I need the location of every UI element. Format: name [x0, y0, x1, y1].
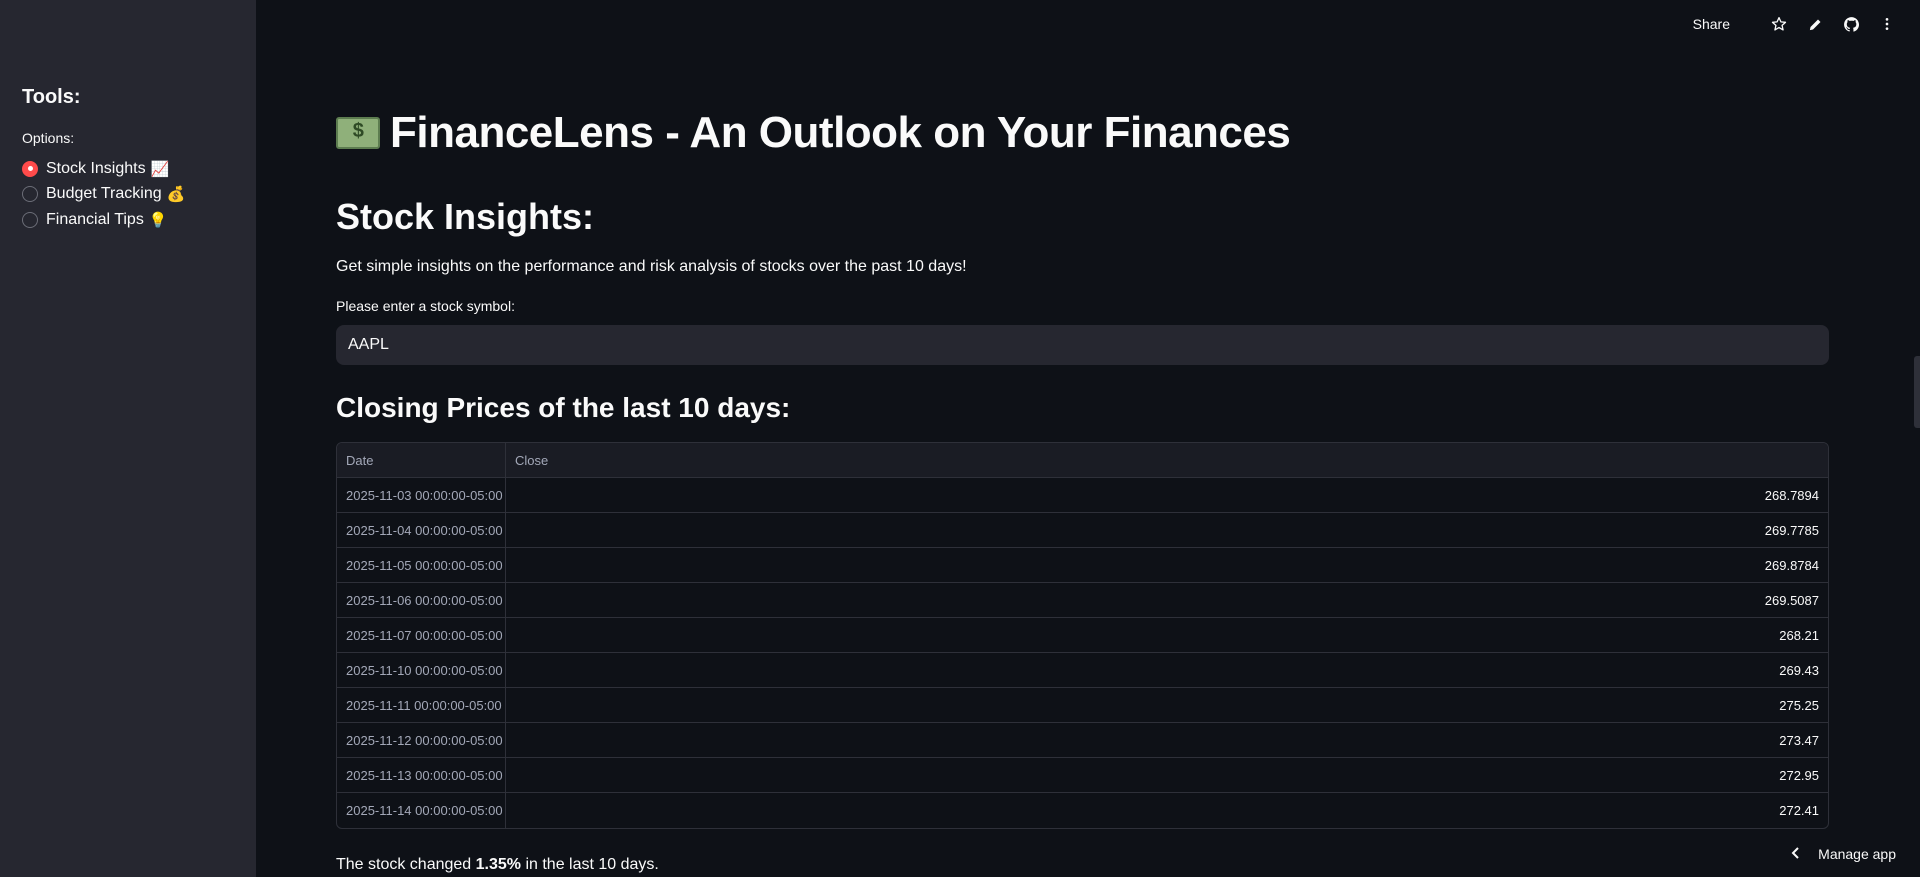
date-cell[interactable]: 2025-11-03 00:00:00-05:00: [337, 478, 506, 512]
options-label: Options:: [22, 130, 75, 146]
table-row: 2025-11-10 00:00:00-05:00 269.43: [337, 653, 1828, 688]
more-vertical-icon[interactable]: [1878, 15, 1896, 33]
table-row: 2025-11-11 00:00:00-05:00 275.25: [337, 688, 1828, 723]
date-cell[interactable]: 2025-11-14 00:00:00-05:00: [337, 793, 506, 828]
radio-unchecked-icon[interactable]: [22, 186, 38, 203]
date-cell[interactable]: 2025-11-13 00:00:00-05:00: [337, 758, 506, 792]
header-toolbar: Share: [1693, 12, 1896, 36]
radio-unchecked-icon[interactable]: [22, 211, 38, 228]
page-title: FinanceLens - An Outlook on Your Finance…: [336, 108, 1291, 158]
date-cell[interactable]: 2025-11-04 00:00:00-05:00: [337, 513, 506, 547]
github-icon[interactable]: [1842, 15, 1860, 33]
table-row: 2025-11-07 00:00:00-05:00 268.21: [337, 618, 1828, 653]
table-row: 2025-11-03 00:00:00-05:00 268.7894: [337, 478, 1828, 513]
chart-increasing-icon: 📈: [150, 160, 170, 178]
close-cell[interactable]: 272.95: [506, 758, 1828, 792]
table-row: 2025-11-05 00:00:00-05:00 269.8784: [337, 548, 1828, 583]
summary-prefix: The stock changed: [336, 856, 476, 873]
page-title-text: FinanceLens - An Outlook on Your Finance…: [390, 108, 1291, 157]
table-row: 2025-11-14 00:00:00-05:00 272.41: [337, 793, 1828, 828]
close-cell[interactable]: 269.8784: [506, 548, 1828, 582]
manage-app-label: Manage app: [1818, 846, 1896, 862]
close-cell[interactable]: 269.7785: [506, 513, 1828, 547]
table-title: Closing Prices of the last 10 days:: [336, 392, 791, 423]
sidebar-title: Tools:: [22, 86, 81, 108]
section-title: Stock Insights:: [336, 196, 595, 237]
light-bulb-icon: 💡: [148, 211, 168, 229]
radio-checked-icon[interactable]: [22, 160, 38, 177]
stock-symbol-label: Please enter a stock symbol:: [336, 298, 515, 314]
closing-prices-table[interactable]: Date Close 2025-11-03 00:00:00-05:00 268…: [336, 442, 1829, 829]
dollar-banknote-icon: [336, 117, 380, 150]
chevron-left-icon: [1790, 846, 1800, 862]
table-header-row: Date Close: [337, 443, 1828, 478]
close-cell[interactable]: 268.7894: [506, 478, 1828, 512]
radio-option-label: Budget Tracking: [46, 185, 162, 203]
date-cell[interactable]: 2025-11-06 00:00:00-05:00: [337, 583, 506, 617]
table-row: 2025-11-06 00:00:00-05:00 269.5087: [337, 583, 1828, 618]
table-row: 2025-11-12 00:00:00-05:00 273.47: [337, 723, 1828, 758]
radio-option-financial-tips[interactable]: Financial Tips 💡: [22, 207, 185, 233]
summary-suffix: in the last 10 days.: [521, 856, 659, 873]
date-cell[interactable]: 2025-11-12 00:00:00-05:00: [337, 723, 506, 757]
scrollbar-handle[interactable]: [1914, 356, 1920, 428]
date-cell[interactable]: 2025-11-07 00:00:00-05:00: [337, 618, 506, 652]
column-header-close[interactable]: Close: [506, 443, 1828, 477]
close-cell[interactable]: 273.47: [506, 723, 1828, 757]
star-icon[interactable]: [1770, 15, 1788, 33]
percent-change-value: 1.35%: [475, 856, 522, 873]
options-radio-group: Stock Insights 📈 Budget Tracking 💰 Finan…: [22, 156, 185, 233]
close-cell[interactable]: 272.41: [506, 793, 1828, 828]
close-cell[interactable]: 269.43: [506, 653, 1828, 687]
section-description: Get simple insights on the performance a…: [336, 258, 967, 275]
date-cell[interactable]: 2025-11-10 00:00:00-05:00: [337, 653, 506, 687]
date-cell[interactable]: 2025-11-05 00:00:00-05:00: [337, 548, 506, 582]
manage-app-button[interactable]: Manage app: [1790, 846, 1896, 862]
radio-option-label: Stock Insights: [46, 159, 146, 177]
sidebar: Tools: Options: Stock Insights 📈 Budget …: [0, 0, 256, 877]
column-header-date[interactable]: Date: [337, 443, 506, 477]
radio-option-label: Financial Tips: [46, 210, 144, 228]
share-button[interactable]: Share: [1693, 16, 1730, 32]
table-row: 2025-11-04 00:00:00-05:00 269.7785: [337, 513, 1828, 548]
close-cell[interactable]: 268.21: [506, 618, 1828, 652]
table-row: 2025-11-13 00:00:00-05:00 272.95: [337, 758, 1828, 793]
stock-symbol-input[interactable]: [336, 325, 1829, 365]
money-bag-icon: 💰: [166, 186, 186, 204]
change-summary: The stock changed 1.35% in the last 10 d…: [336, 856, 659, 874]
close-cell[interactable]: 275.25: [506, 688, 1828, 722]
date-cell[interactable]: 2025-11-11 00:00:00-05:00: [337, 688, 506, 722]
radio-option-budget-tracking[interactable]: Budget Tracking 💰: [22, 182, 185, 208]
edit-icon[interactable]: [1806, 15, 1824, 33]
radio-option-stock-insights[interactable]: Stock Insights 📈: [22, 156, 185, 182]
close-cell[interactable]: 269.5087: [506, 583, 1828, 617]
